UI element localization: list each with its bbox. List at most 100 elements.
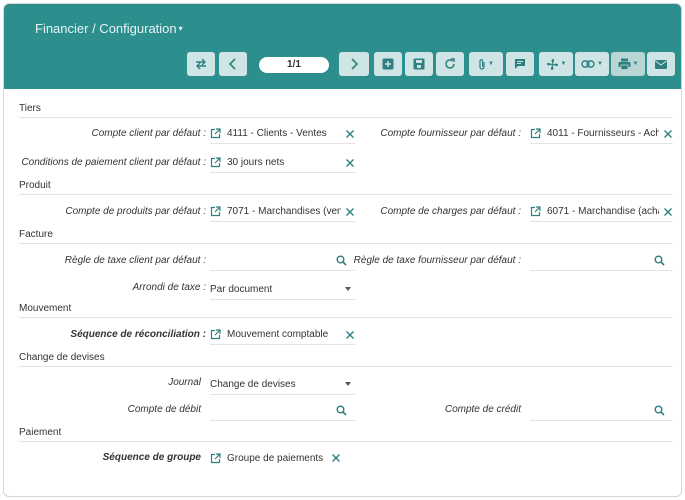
title-dropdown-icon: ▾ [178, 24, 183, 33]
save-icon [413, 58, 425, 70]
attachment-icon [479, 58, 485, 70]
open-link-icon[interactable] [210, 329, 221, 340]
print-button[interactable]: ▼ [611, 52, 645, 76]
attachment-button[interactable]: ▼ [469, 52, 503, 76]
sequence-groupe-field[interactable]: Groupe de paiements [210, 448, 355, 468]
comment-button[interactable] [506, 52, 534, 76]
sequence-reconciliation-value: Mouvement comptable [227, 329, 329, 340]
configuration-window: Financier / Configuration ▾ 1/1 ▼ ▼ ▼ ▼ … [3, 3, 682, 497]
previous-record-button[interactable] [219, 52, 247, 76]
dropdown-arrow-icon [345, 287, 351, 291]
label-compte-client: Compte client par défaut : [91, 128, 206, 139]
clear-icon[interactable] [345, 207, 355, 217]
search-icon[interactable] [654, 405, 665, 416]
compte-fournisseur-value: 4011 - Fournisseurs - Achats [547, 128, 659, 139]
label-arrondi-taxe: Arrondi de taxe : [132, 282, 206, 293]
pager-display: 1/1 [259, 57, 329, 73]
regle-taxe-fournisseur-field[interactable] [530, 251, 673, 271]
compte-produits-field[interactable]: 7071 - Marchandises (ventes) [210, 202, 355, 222]
open-link-icon[interactable] [210, 157, 221, 168]
search-icon[interactable] [336, 255, 347, 266]
clear-icon[interactable] [663, 129, 673, 139]
attachment-dropdown-icon: ▼ [488, 61, 494, 67]
mail-button[interactable] [647, 52, 675, 76]
clear-icon[interactable] [663, 207, 673, 217]
refresh-icon [445, 58, 455, 69]
section-mouvement: Mouvement [19, 303, 72, 314]
link-button[interactable]: ▼ [575, 52, 609, 76]
header-bar: Financier / Configuration ▾ 1/1 ▼ ▼ ▼ ▼ [4, 4, 681, 89]
link-icon [581, 60, 595, 68]
add-icon [382, 58, 394, 70]
label-journal: Journal [168, 377, 201, 388]
sequence-groupe-value: Groupe de paiements [227, 452, 324, 464]
label-conditions-paiement: Conditions de paiement client par défaut… [21, 157, 206, 168]
open-link-icon[interactable] [210, 128, 221, 139]
divider [19, 194, 673, 195]
refresh-button[interactable] [436, 52, 464, 76]
tools-button[interactable]: ▼ [539, 52, 573, 76]
clear-icon[interactable] [345, 330, 355, 340]
clear-icon[interactable] [345, 129, 355, 139]
divider [19, 117, 673, 118]
comment-icon [515, 59, 525, 69]
label-compte-charges: Compte de charges par défaut : [380, 206, 521, 217]
conditions-paiement-value: 30 jours nets [227, 157, 285, 168]
page-title[interactable]: Financier / Configuration ▾ [35, 21, 183, 36]
clear-icon[interactable] [345, 158, 355, 168]
arrondi-taxe-select[interactable]: Par document [210, 280, 355, 300]
compte-fournisseur-field[interactable]: 4011 - Fournisseurs - Achats [530, 124, 673, 144]
compte-charges-field[interactable]: 6071 - Marchandise (achats) [530, 202, 673, 222]
divider [19, 366, 673, 367]
conditions-paiement-field[interactable]: 30 jours nets [210, 153, 355, 173]
label-compte-fournisseur: Compte fournisseur par défaut : [380, 128, 521, 139]
section-change-devises: Change de devises [19, 352, 105, 363]
search-icon[interactable] [654, 255, 665, 266]
search-icon[interactable] [336, 405, 347, 416]
dropdown-arrow-icon [345, 382, 351, 386]
label-compte-debit: Compte de débit [127, 404, 201, 415]
compte-produits-value: 7071 - Marchandises (ventes) [227, 206, 341, 217]
next-record-button[interactable] [339, 52, 369, 76]
chevron-left-icon [228, 58, 236, 70]
journal-value: Change de devises [210, 379, 296, 390]
add-button[interactable] [374, 52, 402, 76]
compte-client-field[interactable]: 4111 - Clients - Ventes [210, 124, 355, 144]
chevron-right-icon [351, 58, 359, 70]
open-link-icon[interactable] [210, 452, 221, 464]
swap-icon [196, 58, 206, 70]
section-tiers: Tiers [19, 103, 41, 114]
label-sequence-groupe: Séquence de groupe [102, 452, 201, 463]
journal-select[interactable]: Change de devises [210, 375, 355, 395]
label-regle-taxe-client: Règle de taxe client par défaut : [64, 255, 206, 266]
open-link-icon[interactable] [210, 206, 221, 217]
page-title-text: Financier / Configuration [35, 21, 177, 36]
section-produit: Produit [19, 180, 51, 191]
label-compte-produits: Compte de produits par défaut : [65, 206, 206, 217]
arrondi-taxe-value: Par document [210, 284, 273, 295]
open-link-icon[interactable] [530, 128, 541, 139]
compte-charges-value: 6071 - Marchandise (achats) [547, 206, 659, 217]
divider [19, 317, 673, 318]
label-sequence-reconciliation: Séquence de réconciliation : [70, 329, 206, 340]
divider [19, 441, 673, 442]
link-dropdown-icon: ▼ [597, 61, 603, 67]
save-button[interactable] [405, 52, 433, 76]
section-facture: Facture [19, 229, 53, 240]
print-icon [618, 58, 631, 70]
swap-button[interactable] [187, 52, 215, 76]
compte-debit-field[interactable] [210, 401, 355, 421]
label-regle-taxe-fournisseur: Règle de taxe fournisseur par défaut : [353, 255, 521, 266]
compte-credit-field[interactable] [530, 401, 673, 421]
compte-client-value: 4111 - Clients - Ventes [227, 128, 327, 139]
open-link-icon[interactable] [530, 206, 541, 217]
clear-icon[interactable] [331, 453, 341, 463]
label-compte-credit: Compte de crédit [444, 404, 521, 415]
fan-icon [546, 58, 558, 70]
mail-icon [655, 59, 667, 69]
tools-dropdown-icon: ▼ [560, 61, 567, 67]
divider [19, 243, 673, 244]
print-dropdown-icon: ▼ [632, 61, 639, 67]
sequence-reconciliation-field[interactable]: Mouvement comptable [210, 325, 355, 345]
regle-taxe-client-field[interactable] [210, 251, 355, 271]
